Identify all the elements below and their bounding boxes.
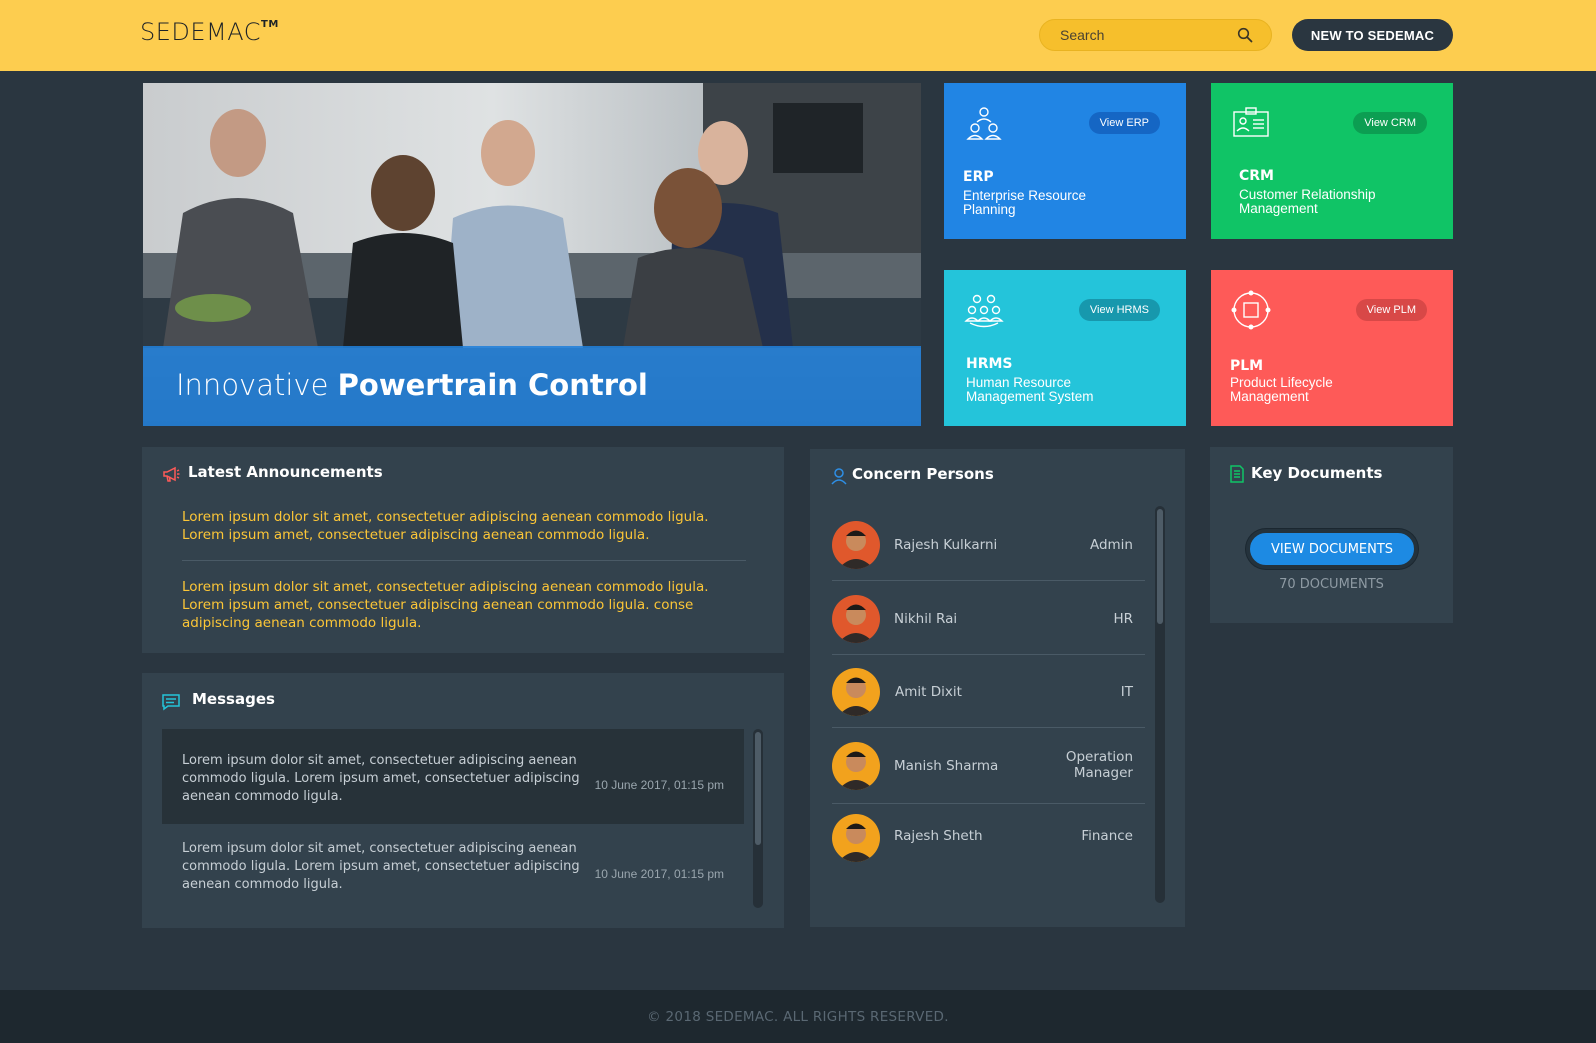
person-name: Rajesh Sheth [894, 828, 983, 844]
avatar [832, 668, 880, 716]
tile-hrms-code: HRMS [966, 356, 1013, 372]
message-date: 10 June 2017, 01:15 pm [594, 867, 724, 881]
id-card-icon [1233, 107, 1269, 137]
key-documents-title: Key Documents [1251, 464, 1383, 482]
person-row[interactable]: Rajesh Kulkarni Admin [832, 508, 1145, 581]
hero-title-light: Innovative [176, 368, 329, 402]
announcements-panel: Latest Announcements Lorem ipsum dolor s… [142, 447, 784, 653]
persons-scrollbar[interactable] [1155, 506, 1165, 903]
chat-icon [162, 694, 180, 711]
tile-crm[interactable]: View CRM CRM Customer Relationship Manag… [1211, 83, 1453, 239]
person-row[interactable]: Manish Sharma Operation Manager [832, 728, 1145, 804]
person-role: Operation Manager [1065, 749, 1133, 781]
new-to-sedemac-button[interactable]: NEW TO SEDEMAC [1292, 19, 1453, 51]
avatar [832, 814, 880, 862]
hero-banner: Innovative Powertrain Control [143, 83, 921, 426]
person-row[interactable]: Rajesh Sheth Finance [832, 804, 1145, 877]
person-role: Admin [1089, 537, 1133, 553]
message-text: Lorem ipsum dolor sit amet, consectetuer… [182, 841, 580, 892]
view-erp-button[interactable]: View ERP [1088, 112, 1160, 134]
person-name: Nikhil Rai [894, 611, 958, 627]
message-date: 10 June 2017, 01:15 pm [594, 778, 724, 792]
divider [832, 580, 1145, 581]
tile-crm-code: CRM [1239, 168, 1274, 184]
tile-erp-code: ERP [963, 169, 994, 185]
tile-plm-description: Product Lifecycle Management [1230, 375, 1333, 404]
announcement-item: Lorem ipsum dolor sit amet, consectetuer… [182, 509, 709, 543]
logo-text: SEDEMAC [140, 18, 262, 46]
tile-erp[interactable]: View ERP ERP Enterprise Resource Plannin… [944, 83, 1186, 239]
messages-panel: Messages Lorem ipsum dolor sit amet, con… [142, 673, 784, 928]
key-documents-panel: Key Documents VIEW DOCUMENTS 70 DOCUMENT… [1210, 447, 1453, 623]
avatar [832, 521, 880, 569]
trademark: TM [261, 19, 279, 30]
view-crm-button[interactable]: View CRM [1353, 112, 1427, 134]
users-icon [966, 107, 1002, 140]
announcement-item: Lorem ipsum dolor sit amet, consectetuer… [182, 579, 709, 631]
person-name: Manish Sharma [894, 758, 999, 774]
avatar [832, 742, 880, 790]
logo[interactable]: SEDEMACTM [140, 18, 279, 46]
document-icon [1230, 465, 1244, 483]
person-role: HR [1113, 611, 1133, 627]
hero-image [143, 83, 921, 348]
view-documents-button[interactable]: VIEW DOCUMENTS [1246, 529, 1418, 569]
messages-scrollbar[interactable] [753, 729, 763, 908]
search-box[interactable] [1039, 19, 1272, 51]
person-name: Amit Dixit [895, 684, 962, 700]
documents-count: 70 DOCUMENTS [1279, 577, 1384, 592]
cycle-icon [1231, 290, 1271, 330]
message-text: Lorem ipsum dolor sit amet, consectetuer… [182, 753, 580, 804]
tile-crm-description: Customer Relationship Management [1239, 187, 1376, 216]
tile-hrms[interactable]: View HRMS HRMS Human Resource Management… [944, 270, 1186, 426]
search-icon[interactable] [1237, 27, 1253, 43]
team-icon [964, 294, 1004, 328]
messages-title: Messages [192, 690, 275, 708]
scrollbar-thumb[interactable] [1157, 509, 1163, 624]
tile-erp-description: Enterprise Resource Planning [963, 188, 1087, 217]
hero-caption-band: Innovative Powertrain Control [143, 346, 921, 426]
tile-plm[interactable]: View PLM PLM Product Lifecycle Managemen… [1211, 270, 1453, 426]
person-role: IT [1120, 684, 1133, 700]
person-row[interactable]: Amit Dixit IT [832, 655, 1145, 728]
messages-list[interactable]: Lorem ipsum dolor sit amet, consectetuer… [162, 729, 744, 916]
message-item[interactable]: Lorem ipsum dolor sit amet, consectetuer… [162, 729, 744, 824]
copyright-text: © 2018 SEDEMAC. ALL RIGHTS RESERVED. [647, 1009, 949, 1025]
user-icon [831, 468, 847, 485]
concern-persons-panel: Concern Persons Rajesh Kulkarni Admin Ni… [810, 449, 1185, 927]
person-row[interactable]: Nikhil Rai HR [832, 582, 1145, 655]
message-item[interactable]: Lorem ipsum dolor sit amet, consectetuer… [162, 824, 744, 916]
view-plm-button[interactable]: View PLM [1355, 299, 1427, 321]
tile-hrms-description: Human Resource Management System [966, 375, 1094, 404]
footer: © 2018 SEDEMAC. ALL RIGHTS RESERVED. [0, 990, 1596, 1043]
announcements-title: Latest Announcements [188, 463, 383, 481]
person-name: Rajesh Kulkarni [894, 537, 998, 553]
divider [182, 560, 746, 561]
scrollbar-thumb[interactable] [755, 732, 761, 845]
concern-persons-title: Concern Persons [852, 465, 994, 483]
person-role: Finance [1081, 828, 1133, 844]
view-hrms-button[interactable]: View HRMS [1078, 299, 1160, 321]
top-header: SEDEMACTM NEW TO SEDEMAC [0, 0, 1596, 71]
search-input[interactable] [1060, 20, 1230, 50]
hero-title-bold: Powertrain Control [337, 368, 648, 402]
tile-plm-code: PLM [1230, 358, 1264, 374]
avatar [832, 595, 880, 643]
megaphone-icon [163, 466, 180, 482]
hero-title: Innovative Powertrain Control [176, 368, 648, 402]
